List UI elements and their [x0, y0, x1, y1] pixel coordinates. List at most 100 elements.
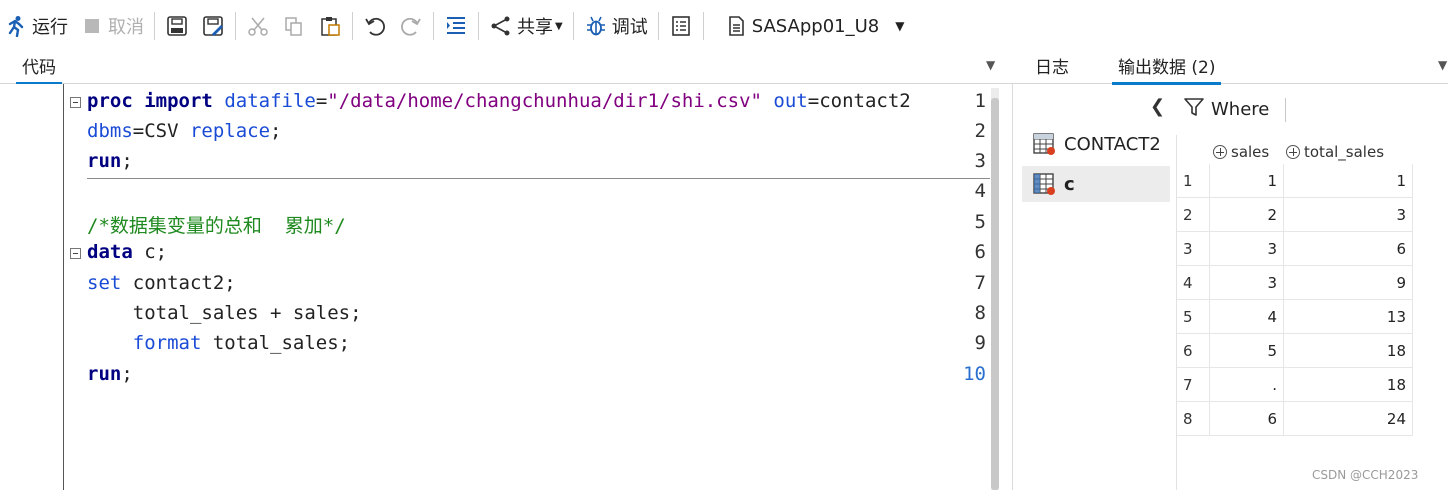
paste-icon: [318, 14, 342, 38]
sales-cell[interactable]: 6: [1210, 402, 1284, 436]
table-icon: [1032, 172, 1056, 196]
code-editor[interactable]: 1 2 3 4 5 6 7 8 9 10 proc import datafil…: [0, 84, 990, 490]
save-as-button[interactable]: [195, 0, 231, 52]
sales-cell[interactable]: .: [1210, 368, 1284, 402]
format-code-button[interactable]: [438, 0, 474, 52]
code-line-7: set contact2;: [87, 272, 236, 294]
step-divider: [87, 178, 990, 179]
column-header-total-sales[interactable]: total_sales: [1286, 140, 1411, 164]
sales-cell[interactable]: 3: [1210, 232, 1284, 266]
editor-scrollbar[interactable]: [991, 88, 999, 490]
total-sales-cell[interactable]: 1: [1284, 164, 1413, 198]
total-sales-cell[interactable]: 3: [1284, 198, 1413, 232]
code-token: c;: [132, 241, 168, 263]
row-index-cell[interactable]: 3: [1177, 232, 1210, 266]
dataset-item-contact2[interactable]: CONTACT2: [1022, 126, 1170, 162]
dataset-item-c[interactable]: c: [1022, 166, 1170, 202]
numeric-column-icon: [1213, 145, 1227, 159]
line-number: 4: [974, 180, 986, 202]
sales-cell[interactable]: 5: [1210, 334, 1284, 368]
cancel-button[interactable]: 取消: [74, 0, 150, 52]
fold-toggle[interactable]: [70, 248, 81, 259]
line-number-gutter: [0, 84, 64, 490]
toolbar: 运行 取消 共享 ▼ 调试 SASApp01_U8 ▼: [0, 0, 1448, 52]
cancel-label: 取消: [108, 17, 144, 38]
row-index-cell[interactable]: 2: [1177, 198, 1210, 232]
row-index-cell[interactable]: 1: [1177, 164, 1210, 198]
debug-button[interactable]: 调试: [578, 0, 654, 52]
row-index-cell[interactable]: 7: [1177, 368, 1210, 402]
properties-button[interactable]: [663, 0, 699, 52]
code-line-9: format total_sales;: [87, 332, 350, 354]
string-token: "/data/home/changchunhua/dir1/shi.csv": [327, 90, 762, 112]
document-icon: [724, 14, 748, 38]
server-label: SASApp01_U8: [751, 15, 880, 37]
code-token: =: [315, 90, 328, 112]
share-button[interactable]: 共享 ▼: [483, 0, 569, 52]
undo-icon: [363, 14, 387, 38]
sales-cell[interactable]: 1: [1210, 164, 1284, 198]
save-button[interactable]: [159, 0, 195, 52]
code-token: contact2;: [121, 272, 236, 294]
code-token: =contact2: [807, 90, 911, 112]
column-header-sales[interactable]: sales: [1213, 140, 1283, 164]
code-line-6: data c;: [87, 241, 167, 263]
redo-button[interactable]: [393, 0, 429, 52]
toolbar-separator: [572, 12, 574, 40]
caret-down-icon: ▼: [555, 20, 563, 32]
debug-label: 调试: [611, 17, 648, 38]
row-index-cell[interactable]: 8: [1177, 402, 1210, 436]
cut-button[interactable]: [240, 0, 276, 52]
code-line-1: proc import datafile="/data/home/changch…: [87, 90, 911, 112]
numeric-column-icon: [1286, 145, 1300, 159]
collapse-chevron-icon[interactable]: ❮: [1150, 96, 1165, 117]
tab-output-data[interactable]: 输出数据 (2): [1111, 52, 1223, 85]
more-options-icon[interactable]: ⋮: [1440, 96, 1448, 117]
tab-log[interactable]: 日志: [1035, 52, 1069, 84]
code-token: ;: [121, 150, 133, 172]
sales-cell[interactable]: 3: [1210, 266, 1284, 300]
stop-icon: [80, 14, 104, 38]
total-sales-cell[interactable]: 24: [1284, 402, 1413, 436]
code-line-5: /*数据集变量的总和 累加*/: [87, 215, 346, 237]
save-icon: [165, 14, 189, 38]
bug-icon: [584, 14, 608, 38]
option-token: format: [132, 332, 202, 354]
line-number: 1: [974, 90, 986, 112]
pane-splitter[interactable]: [1012, 84, 1013, 490]
paste-button[interactable]: [312, 0, 348, 52]
tab-strip: 代码 日志 输出数据 (2): [0, 52, 1448, 85]
sales-cell[interactable]: 4: [1210, 300, 1284, 334]
row-index-cell[interactable]: 5: [1177, 300, 1210, 334]
total-sales-cell[interactable]: 6: [1284, 232, 1413, 266]
undo-button[interactable]: [357, 0, 393, 52]
total-sales-cell[interactable]: 18: [1284, 334, 1413, 368]
copy-icon: [282, 14, 306, 38]
line-number: 8: [974, 302, 986, 324]
watermark: CSDN @CCH2023: [1312, 468, 1419, 482]
total-sales-cell[interactable]: 9: [1284, 266, 1413, 300]
fold-toggle[interactable]: [70, 97, 81, 108]
results-panel-menu-icon[interactable]: ▼: [1438, 58, 1447, 72]
code-line-10: run;: [87, 363, 133, 385]
option-token: out: [773, 90, 808, 112]
line-number: 10: [963, 363, 986, 385]
run-button[interactable]: 运行: [0, 0, 74, 52]
server-select[interactable]: SASApp01_U8 ▼: [708, 0, 911, 52]
toolbar-separator: [1285, 98, 1286, 122]
total-sales-cell[interactable]: 18: [1284, 368, 1413, 402]
tab-code[interactable]: 代码: [16, 52, 62, 85]
toolbar-separator: [154, 12, 155, 40]
row-index-cell[interactable]: 4: [1177, 266, 1210, 300]
code-token: ;: [121, 363, 133, 385]
where-filter-button[interactable]: Where: [1183, 96, 1269, 123]
code-panel-menu-icon[interactable]: ▼: [986, 58, 995, 72]
scrollbar-thumb[interactable]: [991, 98, 999, 490]
total-sales-cell[interactable]: 13: [1284, 300, 1413, 334]
sales-cell[interactable]: 2: [1210, 198, 1284, 232]
code-token: ;: [270, 120, 282, 142]
option-token: datafile: [224, 90, 316, 112]
row-index-cell[interactable]: 6: [1177, 334, 1210, 368]
copy-button[interactable]: [276, 0, 312, 52]
option-token: set: [87, 272, 122, 294]
